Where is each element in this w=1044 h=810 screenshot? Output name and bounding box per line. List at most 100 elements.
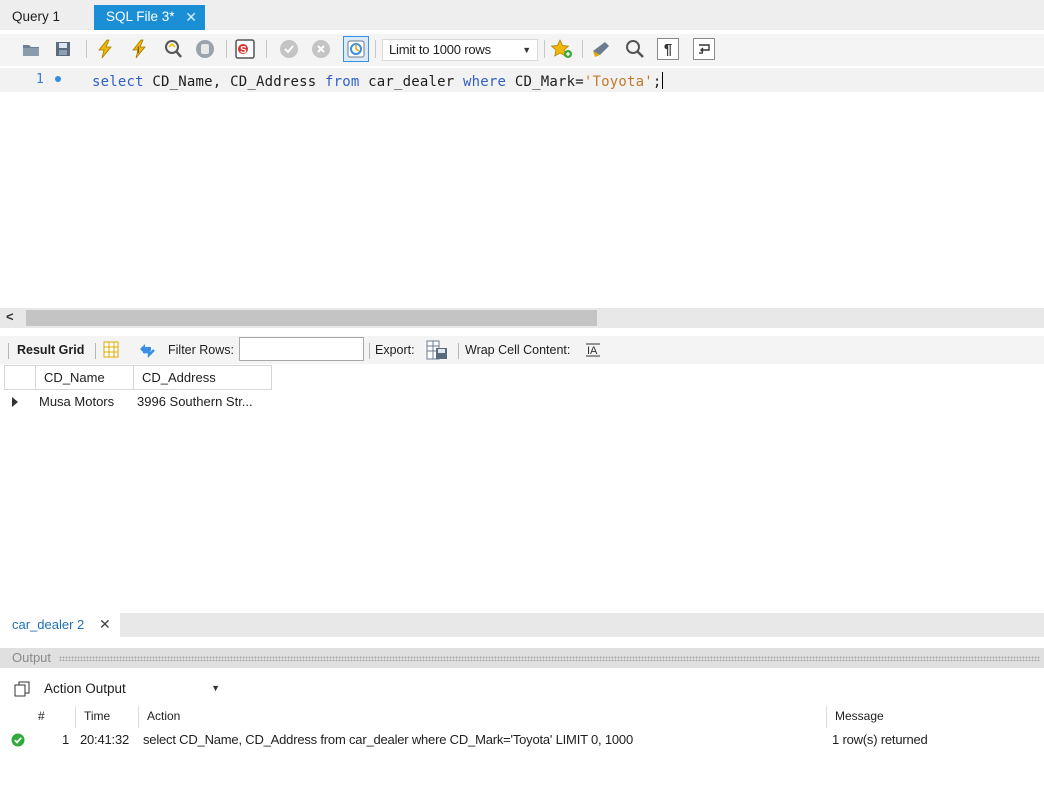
toolbar-separator <box>266 40 267 58</box>
execute-lightning-icon[interactable] <box>94 38 116 60</box>
tab-label: SQL File 3* <box>106 9 175 24</box>
export-label: Export: <box>375 343 415 357</box>
panel-grip[interactable] <box>59 656 1040 661</box>
row-limit-select[interactable]: Limit to 1000 rows ▼ <box>382 39 538 61</box>
result-tab-label: car_dealer 2 <box>12 617 85 632</box>
scroll-left-icon[interactable]: < <box>6 309 14 324</box>
svg-text:IA: IA <box>587 345 598 357</box>
column-header-label: Message <box>835 709 884 723</box>
sql-keyword: select <box>92 74 144 90</box>
result-grid-toolbar: Result Grid Filter Rows: Export: Wrap Ce… <box>0 336 1044 364</box>
column-header-label: # <box>38 709 45 723</box>
toolbar-separator <box>544 40 545 58</box>
table-cell[interactable]: Musa Motors <box>39 390 114 414</box>
commit-check-icon[interactable] <box>278 38 300 60</box>
sql-text: car_dealer <box>359 74 464 90</box>
result-grid-label[interactable]: Result Grid <box>17 343 84 357</box>
save-icon[interactable] <box>52 38 74 60</box>
wrap-cell-content-label: Wrap Cell Content: <box>465 343 571 357</box>
output-log-row[interactable]: 1 20:41:32 select CD_Name, CD_Address fr… <box>0 729 1044 751</box>
column-header-label: Action <box>147 709 181 723</box>
editor-current-line[interactable]: 1 select CD_Name, CD_Address from car_de… <box>0 68 1044 92</box>
current-row-arrow-icon <box>12 397 18 407</box>
tab-sql-file-3[interactable]: SQL File 3* ✕ <box>94 5 205 30</box>
column-header[interactable]: Action <box>139 706 827 728</box>
filter-rows-input[interactable] <box>239 337 364 361</box>
sql-text: CD_Name, CD_Address <box>143 74 325 90</box>
tab-query-1[interactable]: Query 1 <box>0 5 90 30</box>
toolbar-separator <box>458 343 459 359</box>
sql-statement[interactable]: select CD_Name, CD_Address from car_deal… <box>92 72 663 90</box>
editor-tab-bar: Query 1 SQL File 3* ✕ <box>0 0 1044 30</box>
toolbar-separator <box>375 40 376 58</box>
toolbar-separator <box>369 343 370 359</box>
scrollbar-thumb[interactable] <box>26 310 597 326</box>
column-header-label: CD_Name <box>44 370 105 385</box>
result-tab-car-dealer-2[interactable]: car_dealer 2 ✕ <box>0 613 120 637</box>
output-panel-header: Output <box>0 648 1044 668</box>
toolbar-separator <box>95 343 96 359</box>
row-header-corner <box>4 365 36 390</box>
beautify-brush-icon[interactable] <box>591 38 613 60</box>
column-header[interactable]: # <box>30 706 76 728</box>
export-icon[interactable] <box>426 340 448 363</box>
sql-string: 'Toyota' <box>583 74 653 90</box>
tab-label: Query 1 <box>12 9 61 24</box>
editor-horizontal-scrollbar[interactable]: < <box>0 308 1044 328</box>
row-limit-value: Limit to 1000 rows <box>389 42 491 57</box>
toolbar-separator <box>86 40 87 58</box>
toggle-error-icon[interactable]: S <box>234 38 256 60</box>
column-header[interactable]: Message <box>827 706 1044 728</box>
svg-text:I: I <box>137 45 140 55</box>
column-header-label: Time <box>84 709 111 723</box>
invisible-chars-pilcrow-icon[interactable]: ¶ <box>657 38 679 60</box>
add-snippet-star-icon[interactable] <box>551 38 573 60</box>
statement-marker-icon <box>55 76 61 82</box>
chevron-down-icon: ▼ <box>211 683 220 693</box>
log-action: select CD_Name, CD_Address from car_deal… <box>143 732 633 747</box>
output-title: Output <box>12 650 52 665</box>
sql-keyword: where <box>463 74 507 90</box>
execute-current-icon[interactable]: I <box>128 38 150 60</box>
close-icon[interactable]: ✕ <box>99 613 111 636</box>
stop-hand-icon[interactable] <box>194 38 216 60</box>
svg-text:S: S <box>240 45 247 56</box>
output-type-select[interactable]: Action Output ▼ <box>36 676 226 702</box>
result-tabs-bar: car_dealer 2 ✕ <box>0 613 1044 637</box>
sql-text: CD_Mark= <box>506 74 584 90</box>
log-message: 1 row(s) returned <box>832 732 928 747</box>
word-wrap-icon[interactable] <box>693 38 715 60</box>
sql-editor[interactable]: 1 select CD_Name, CD_Address from car_de… <box>0 66 1044 308</box>
filter-rows-label: Filter Rows: <box>168 343 234 357</box>
column-header-label: CD_Address <box>142 370 216 385</box>
output-type-value: Action Output <box>44 681 126 696</box>
table-cell[interactable]: 3996 Southern Str... <box>137 390 253 414</box>
output-grid-header: # Time Action Message <box>0 706 1044 728</box>
sql-keyword: from <box>324 74 360 90</box>
toolbar-separator <box>8 343 9 359</box>
chevron-down-icon: ▼ <box>522 45 531 55</box>
find-magnifier-icon[interactable] <box>624 38 646 60</box>
toolbar-separator <box>582 40 583 58</box>
rollback-cancel-icon[interactable] <box>310 38 332 60</box>
text-caret <box>661 72 663 89</box>
open-folder-icon[interactable] <box>20 38 42 60</box>
log-number: 1 <box>62 732 70 747</box>
sql-editor-toolbar: I S Limit to 1000 rows ▼ ¶ <box>0 34 1044 66</box>
auto-commit-toggle-icon[interactable] <box>343 36 369 62</box>
toolbar-separator <box>226 40 227 58</box>
column-header[interactable]: CD_Name <box>35 365 134 390</box>
line-number: 1 <box>36 72 44 87</box>
output-toolbar: Action Output ▼ <box>0 672 1044 704</box>
log-time: 20:41:32 <box>80 732 130 747</box>
column-header[interactable]: CD_Address <box>133 365 272 390</box>
column-header[interactable]: Time <box>76 706 139 728</box>
explain-magnifier-icon[interactable] <box>162 38 184 60</box>
refresh-icon[interactable] <box>137 341 157 361</box>
success-check-icon <box>11 733 25 747</box>
close-icon[interactable]: ✕ <box>185 5 197 29</box>
copy-icon[interactable] <box>14 681 30 697</box>
wrap-text-icon[interactable]: IA <box>585 342 601 361</box>
grid-layout-icon[interactable] <box>103 341 119 361</box>
sql-text: ; <box>652 74 662 90</box>
